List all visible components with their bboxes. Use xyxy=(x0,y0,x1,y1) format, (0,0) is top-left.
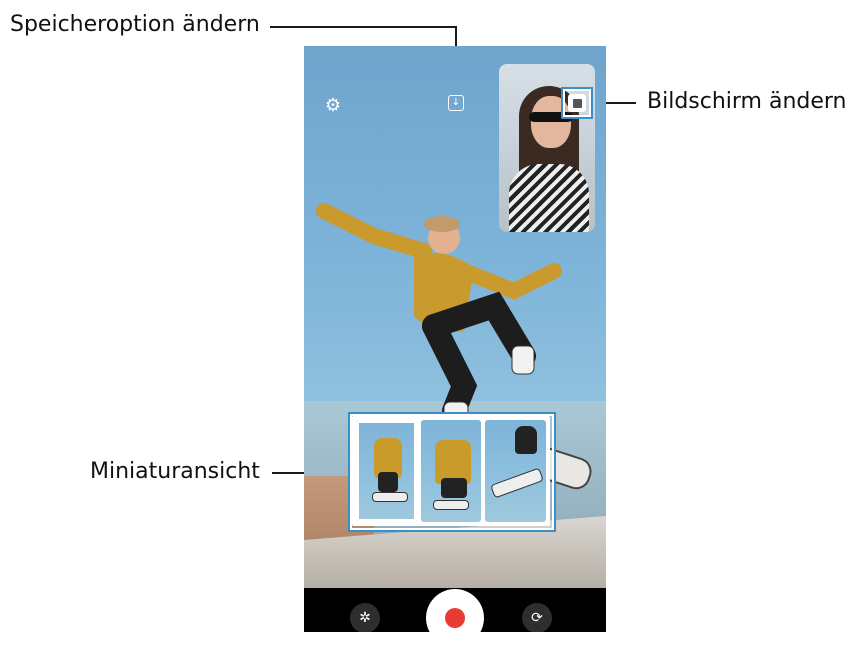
highlight-change-screen xyxy=(561,87,593,119)
pip-body xyxy=(509,164,589,232)
highlight-save-option xyxy=(446,91,470,115)
callout-save-option: Speicheroption ändern xyxy=(10,12,260,37)
effects-icon[interactable]: ✲ xyxy=(350,603,380,632)
screenshot-stage: Speicheroption ändern Bildschirm ändern … xyxy=(0,0,848,658)
gear-icon[interactable]: ⚙ xyxy=(322,94,344,116)
camera-viewfinder[interactable]: ⚙ ↓ ✲ ⟳ xyxy=(304,46,606,632)
callout-thumbnail-view: Miniaturansicht xyxy=(90,459,260,484)
leader-line-save xyxy=(270,26,456,28)
highlight-thumbnails xyxy=(348,412,556,532)
camera-switch-icon[interactable]: ⟳ xyxy=(522,603,552,632)
record-icon xyxy=(445,608,465,628)
callout-change-screen: Bildschirm ändern xyxy=(647,89,847,114)
